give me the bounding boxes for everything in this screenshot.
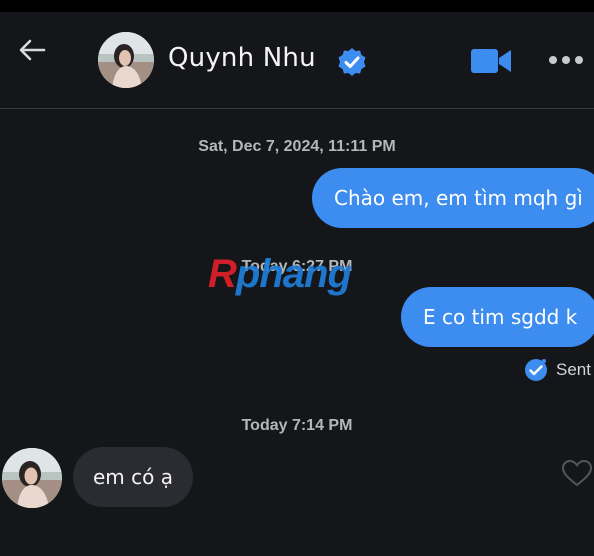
avatar-photo xyxy=(98,32,154,88)
contact-avatar[interactable] xyxy=(98,32,154,88)
outgoing-message[interactable]: Chào em, em tìm mqh gì xyxy=(312,168,594,228)
watermark-logo: Rphang xyxy=(208,252,352,296)
more-icon[interactable] xyxy=(548,52,584,68)
contact-name[interactable]: Quynh Nhu xyxy=(168,42,316,74)
sender-avatar[interactable] xyxy=(2,448,62,508)
avatar-photo xyxy=(2,448,62,508)
video-camera-icon[interactable] xyxy=(470,46,512,76)
heart-icon[interactable] xyxy=(561,459,593,487)
message-timestamp: Sat, Dec 7, 2024, 11:11 PM xyxy=(198,138,396,155)
sent-check-icon xyxy=(525,359,547,381)
message-status: Sent xyxy=(524,357,591,383)
status-bar xyxy=(0,0,594,12)
header-divider xyxy=(0,108,594,109)
outgoing-message[interactable]: E co tim sgdd k xyxy=(401,287,594,347)
sent-label: Sent xyxy=(556,360,591,379)
back-arrow-icon[interactable] xyxy=(16,34,48,66)
incoming-message[interactable]: em có ạ xyxy=(73,447,193,507)
message-timestamp: Today 7:14 PM xyxy=(241,417,353,434)
verified-icon xyxy=(338,48,366,76)
